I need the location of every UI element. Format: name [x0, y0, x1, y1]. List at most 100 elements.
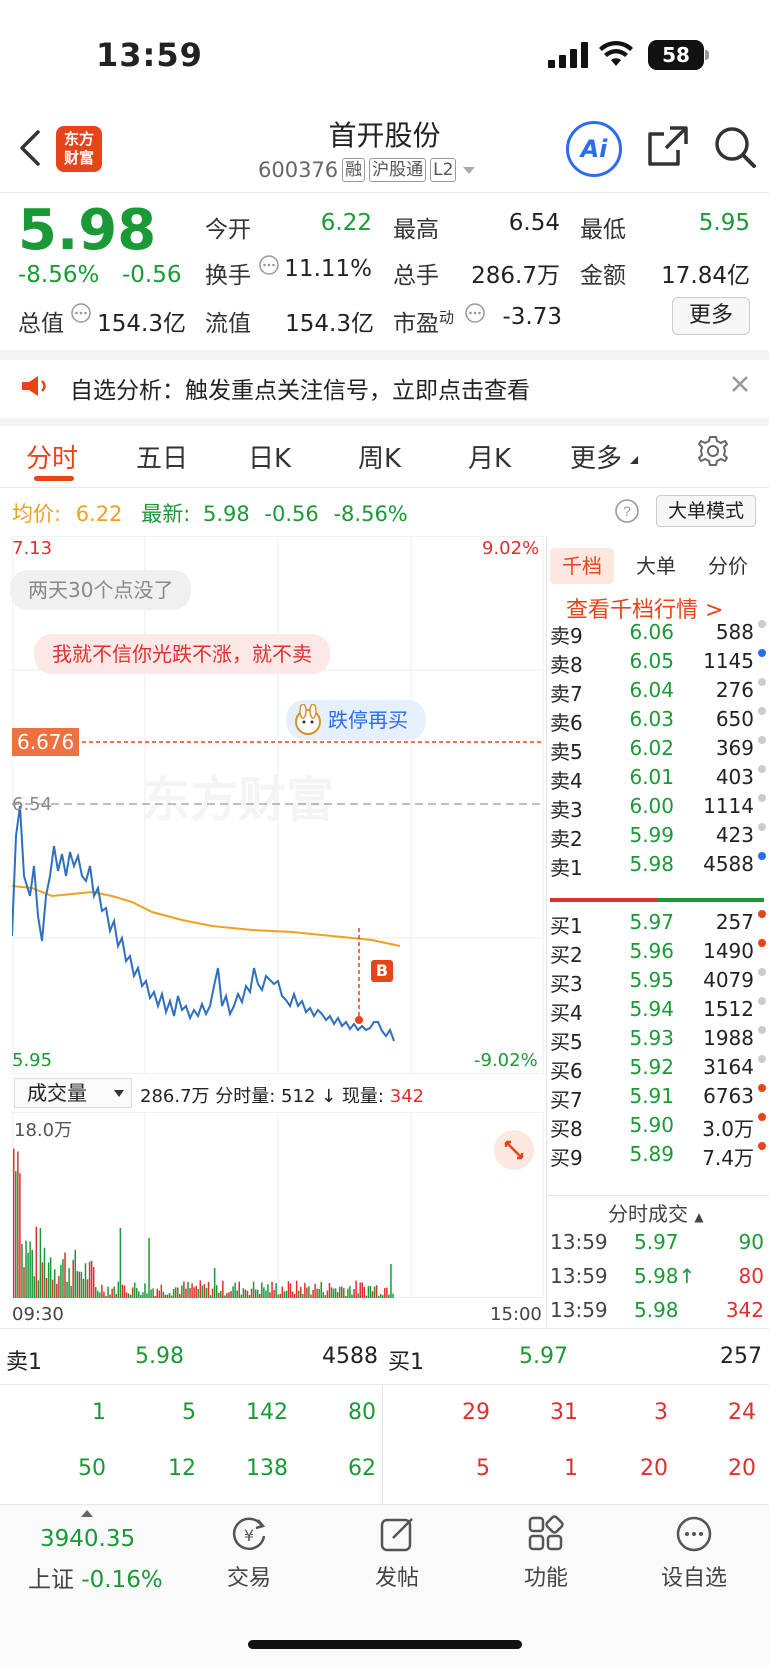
bid-volume: 1512 [703, 997, 754, 1021]
volume-bar [248, 1295, 251, 1298]
volume-bar [25, 1240, 27, 1298]
comment-bubble[interactable]: 两天30个点没了 [10, 570, 192, 610]
volume-bar [203, 1283, 206, 1298]
volume-bar [181, 1285, 183, 1298]
settings-gear-icon[interactable] [696, 434, 730, 468]
trades-title[interactable]: 分时成交 ▲ [608, 1198, 704, 1227]
ask-level-8[interactable]: 卖2 5.99 423 [550, 823, 766, 852]
ask-level-5[interactable]: 卖5 6.02 369 [550, 736, 766, 765]
search-icon[interactable] [712, 124, 758, 170]
info-dots-icon[interactable] [70, 302, 92, 324]
bid-level-2[interactable]: 买2 5.96 1490 [550, 939, 766, 968]
tab-five-day[interactable]: 五日 [136, 438, 188, 475]
ai-button[interactable]: Ai [566, 121, 622, 177]
turnover-value: 11.11% [284, 256, 372, 282]
indicator-dot-icon [758, 707, 766, 715]
functions-icon[interactable] [526, 1514, 566, 1554]
volume-bar [271, 1281, 273, 1298]
indicator-dot-icon [758, 852, 766, 860]
nav-post[interactable]: 发帖 [337, 1560, 457, 1592]
volume-bar [291, 1291, 294, 1298]
rabbit-avatar-icon [295, 704, 321, 735]
notice-bar[interactable]: 自选分析：触发重点关注信号，立即点击查看 [0, 352, 769, 416]
add-watchlist-icon[interactable] [674, 1514, 714, 1554]
ask-level-1[interactable]: 卖9 6.06 588 [550, 620, 766, 649]
bid-level-8[interactable]: 买8 5.90 3.0万 [550, 1113, 766, 1142]
bid-level-1[interactable]: 买1 5.97 257 [550, 910, 766, 939]
ask-level-3[interactable]: 卖7 6.04 276 [550, 678, 766, 707]
volume-bar [111, 1288, 113, 1298]
ask-level-4[interactable]: 卖6 6.03 650 [550, 707, 766, 736]
ask-level-9[interactable]: 卖1 5.98 4588 [550, 852, 766, 881]
bid-level-5[interactable]: 买5 5.93 1988 [550, 1026, 766, 1055]
bid-level-9[interactable]: 买9 5.89 7.4万 [550, 1142, 766, 1171]
ask-label: 卖3 [550, 798, 583, 822]
ask-level-6[interactable]: 卖4 6.01 403 [550, 765, 766, 794]
info-dots-icon[interactable] [258, 254, 280, 276]
tab-more[interactable]: 更多 [570, 438, 622, 475]
volume-bar [252, 1281, 255, 1298]
bid-level-3[interactable]: 买3 5.95 4079 [550, 968, 766, 997]
volume-bar [129, 1294, 132, 1298]
volume-bar [76, 1271, 79, 1298]
volume-bar [187, 1281, 189, 1298]
index-value[interactable]: 3940.35 [40, 1526, 135, 1552]
nav-functions[interactable]: 功能 [486, 1560, 606, 1592]
tab-price-split[interactable]: 分价 [696, 548, 760, 584]
volume-bar [105, 1295, 107, 1298]
book-sell-price: 5.98 [135, 1344, 184, 1369]
volume-chart[interactable] [12, 1112, 544, 1298]
volume-selector[interactable]: 成交量 [14, 1078, 132, 1108]
volume-bar [379, 1294, 382, 1298]
ask-price: 6.02 [629, 736, 674, 760]
tab-thousand-depth[interactable]: 千档 [550, 548, 614, 584]
volume-bar [318, 1288, 320, 1298]
volume-bar [238, 1281, 240, 1298]
volume-bar [138, 1291, 140, 1298]
big-order-mode-button[interactable]: 大单模式 [656, 495, 756, 527]
ask-level-2[interactable]: 卖8 6.05 1145 [550, 649, 766, 678]
post-icon[interactable] [378, 1514, 418, 1554]
volume-bar [21, 1243, 23, 1298]
bid-label: 买7 [550, 1088, 583, 1112]
more-button[interactable]: 更多 [672, 297, 750, 335]
divider [546, 536, 547, 1326]
intraday-chart[interactable]: 东方财富 [12, 536, 544, 1074]
ask-price: 5.98 [629, 852, 674, 876]
book-sell-cell: 50 [78, 1456, 106, 1481]
comment-bubble[interactable]: 我就不信你光跌不涨，就不卖 [34, 634, 330, 674]
ask-level-7[interactable]: 卖3 6.00 1114 [550, 794, 766, 823]
volume-bar [158, 1290, 161, 1298]
book-buy-cell: 5 [476, 1456, 490, 1481]
help-icon[interactable]: ? [614, 498, 640, 524]
volume-bar [117, 1281, 120, 1298]
bid-level-4[interactable]: 买4 5.94 1512 [550, 997, 766, 1026]
bid-level-6[interactable]: 买6 5.92 3164 [550, 1055, 766, 1084]
tab-big-order[interactable]: 大单 [624, 548, 688, 584]
info-dots-icon[interactable] [464, 302, 486, 324]
tab-monthly-k[interactable]: 月K [468, 438, 511, 475]
fullscreen-button[interactable] [494, 1130, 534, 1170]
ask-volume: 650 [715, 707, 754, 731]
buy-marker[interactable]: B [371, 960, 393, 982]
ask-volume: 403 [715, 765, 754, 789]
tab-intraday[interactable]: 分时 [26, 438, 78, 475]
bid-level-7[interactable]: 买7 5.91 6763 [550, 1084, 766, 1113]
volume-bar [312, 1289, 314, 1298]
book-buy-cell: 20 [728, 1456, 756, 1481]
share-icon[interactable] [646, 124, 690, 168]
volume-bar [332, 1288, 335, 1298]
comment-bubble[interactable]: 跌停再买 [286, 700, 426, 740]
nav-add-watchlist[interactable]: 设自选 [634, 1560, 754, 1592]
trade-icon[interactable]: ¥ [228, 1514, 270, 1554]
tab-daily-k[interactable]: 日K [248, 438, 291, 475]
nav-trade[interactable]: 交易 [189, 1560, 309, 1592]
volume-bar [289, 1283, 292, 1298]
tab-weekly-k[interactable]: 周K [358, 438, 401, 475]
collapse-caret-icon[interactable] [80, 1508, 94, 1518]
close-icon[interactable] [730, 374, 750, 394]
index-row[interactable]: 上证 -0.16% [28, 1560, 163, 1594]
divider [546, 1195, 769, 1196]
dropdown-caret-icon[interactable] [460, 164, 478, 176]
book-buy-cell: 3 [654, 1400, 668, 1425]
